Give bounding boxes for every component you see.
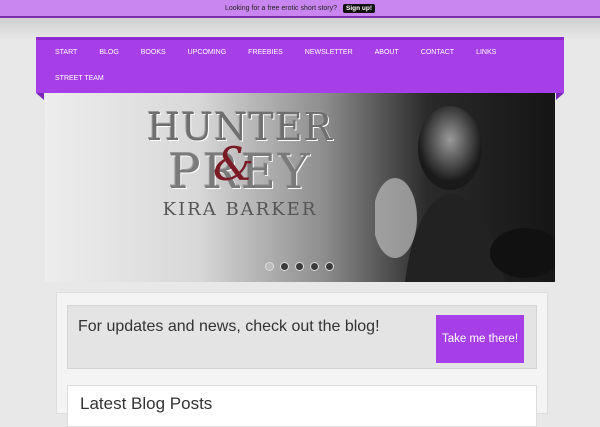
latest-posts-heading: Latest Blog Posts (80, 394, 213, 413)
content-panel: For updates and news, check out the blog… (56, 292, 548, 427)
blog-notice: For updates and news, check out the blog… (67, 305, 537, 369)
hero-slider[interactable]: HUNTER PREY & KIRA BARKER (45, 93, 555, 282)
promo-message: Looking for a free erotic short story? (224, 4, 338, 12)
main-navigation: START BLOG BOOKS UPCOMING FREEBIES NEWSL… (36, 37, 564, 100)
slide-dot-3[interactable] (295, 262, 304, 271)
slide-dot-2[interactable] (280, 262, 289, 271)
signup-button[interactable]: Sign up! (343, 3, 376, 13)
nav-item-street-team[interactable]: STREET TEAM (44, 66, 115, 92)
book-title-ampersand: & (213, 137, 254, 191)
latest-posts: Latest Blog Posts (67, 385, 537, 427)
nav-item-newsletter[interactable]: NEWSLETTER (294, 40, 364, 66)
nav-item-start[interactable]: START (44, 40, 88, 66)
nav-item-blog[interactable]: BLOG (88, 40, 129, 66)
book-author: KIRA BARKER (162, 199, 318, 220)
nav-item-freebies[interactable]: FREEBIES (237, 40, 294, 66)
cover-figures-image (375, 106, 555, 282)
nav-item-links[interactable]: LINKS (465, 40, 507, 66)
ribbon-fold-right (556, 93, 564, 100)
slide-dot-4[interactable] (310, 262, 319, 271)
blog-link-button[interactable]: Take me there! (436, 315, 524, 363)
nav-item-contact[interactable]: CONTACT (410, 40, 465, 66)
slider-pagination (265, 262, 334, 271)
nav-item-upcoming[interactable]: UPCOMING (177, 40, 238, 66)
book-title: HUNTER PREY & KIRA BARKER (135, 107, 345, 220)
promo-bar: Looking for a free erotic short story? S… (0, 0, 600, 18)
slide-dot-1[interactable] (265, 262, 274, 271)
notice-message: For updates and news, check out the blog… (78, 318, 380, 335)
nav-item-books[interactable]: BOOKS (130, 40, 177, 66)
nav-item-about[interactable]: ABOUT (364, 40, 410, 66)
ribbon-fold-left (36, 93, 44, 100)
slide-dot-5[interactable] (325, 262, 334, 271)
